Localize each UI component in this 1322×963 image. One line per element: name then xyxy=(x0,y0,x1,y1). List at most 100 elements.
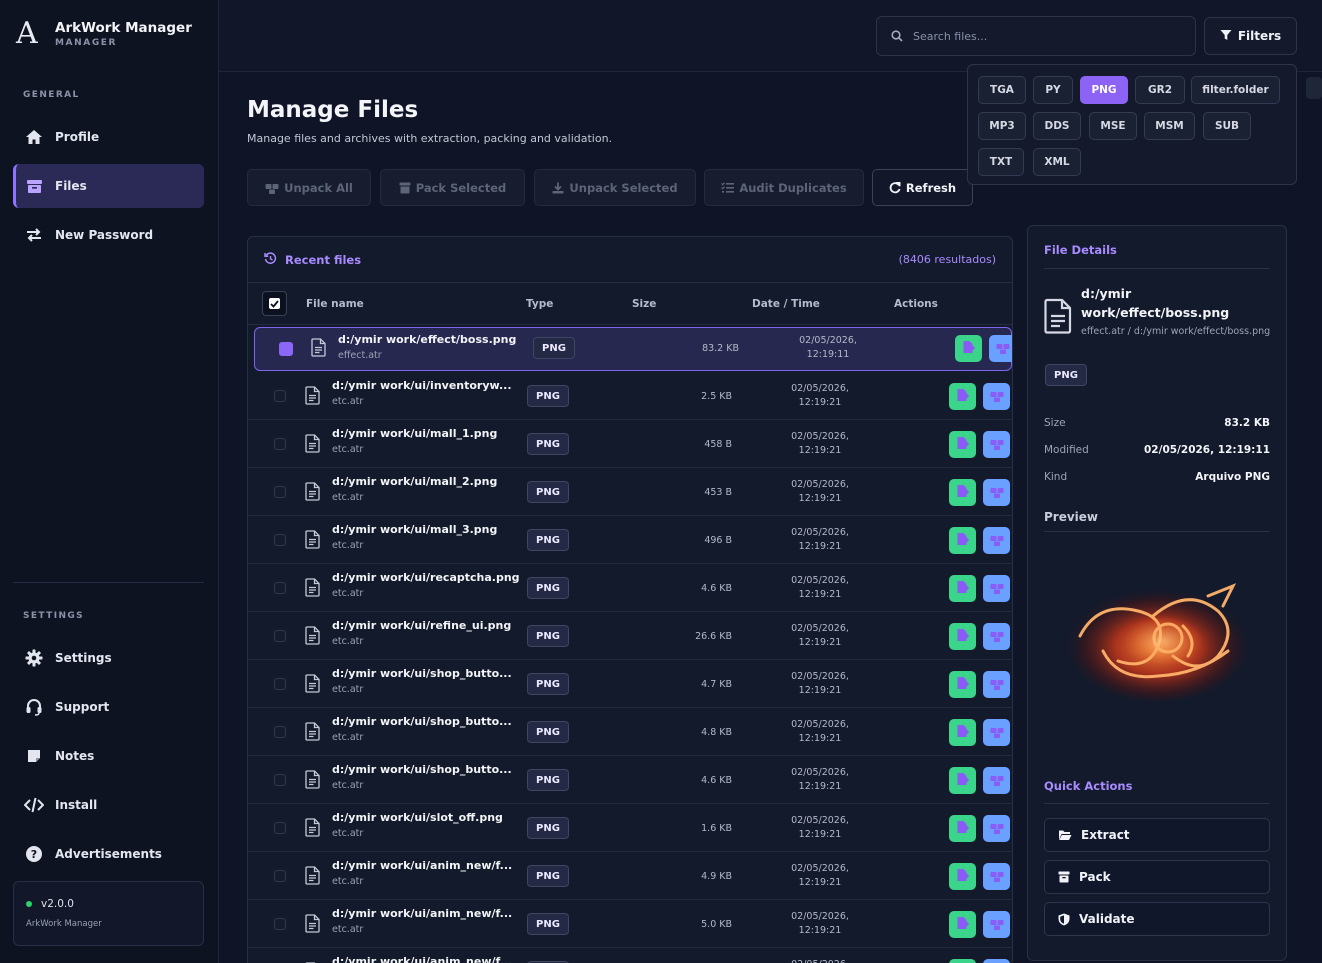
table-row[interactable]: d:/ymir work/ui/mall_1.png etc.atr PNG 458 … xyxy=(248,420,1012,468)
filter-chip-mp3[interactable]: MP3 xyxy=(978,112,1026,140)
extract-button[interactable]: Extract xyxy=(1044,818,1270,852)
row-checkbox[interactable] xyxy=(274,582,286,594)
unpack-row-button[interactable] xyxy=(983,911,1010,938)
filter-chip-gr2[interactable]: GR2 xyxy=(1135,76,1185,104)
table-row[interactable]: d:/ymir work/ui/anim_new/f... etc.atr PNG 5… xyxy=(248,900,1012,948)
row-checkbox[interactable] xyxy=(274,918,286,930)
unpack-row-button[interactable] xyxy=(983,959,1010,963)
row-checkbox[interactable] xyxy=(274,870,286,882)
unpack-all-button[interactable]: Unpack All xyxy=(247,169,371,206)
search-box[interactable] xyxy=(876,16,1196,56)
filter-chip-sub[interactable]: SUB xyxy=(1203,112,1251,140)
audit-duplicates-button[interactable]: Audit Duplicates xyxy=(704,169,864,206)
column-header-size[interactable]: Size xyxy=(632,298,656,310)
filters-button[interactable]: Filters xyxy=(1204,17,1297,55)
sidebar-item-notes[interactable]: Notes xyxy=(13,734,204,778)
sidebar-item-support[interactable]: Support xyxy=(13,685,204,729)
extract-row-button[interactable] xyxy=(949,719,976,746)
table-row[interactable]: d:/ymir work/ui/mall_3.png etc.atr PNG 496 … xyxy=(248,516,1012,564)
row-checkbox[interactable] xyxy=(274,726,286,738)
unpack-row-button[interactable] xyxy=(983,383,1010,410)
extract-row-button[interactable] xyxy=(949,431,976,458)
search-input[interactable] xyxy=(913,29,1173,43)
filter-chip-png[interactable]: PNG xyxy=(1080,76,1128,104)
filter-chip-dds[interactable]: DDS xyxy=(1033,112,1081,140)
table-row[interactable]: d:/ymir work/ui/shop_butto... etc.atr PNG 4… xyxy=(248,756,1012,804)
row-checkbox[interactable] xyxy=(274,630,286,642)
table-row[interactable]: d:/ymir work/ui/anim_new/f...etc.atrPNG0… xyxy=(248,948,1012,963)
extract-row-button[interactable] xyxy=(949,383,976,410)
extract-row-button[interactable] xyxy=(949,623,976,650)
table-row[interactable]: d:/ymir work/ui/slot_off.png etc.atr PNG 1.… xyxy=(248,804,1012,852)
unpack-row-button[interactable] xyxy=(983,719,1010,746)
row-checkbox[interactable] xyxy=(274,534,286,546)
extract-row-button[interactable] xyxy=(949,911,976,938)
sidebar-item-advertisements[interactable]: ? Advertisements xyxy=(13,832,204,876)
brand[interactable]: A ArkWork Manager MANAGER xyxy=(16,16,192,51)
filter-chip-xml[interactable]: XML xyxy=(1033,148,1081,176)
extract-row-button[interactable] xyxy=(949,863,976,890)
column-header-datetime[interactable]: Date / Time xyxy=(752,298,820,310)
pack-button[interactable]: Pack xyxy=(1044,860,1270,894)
table-row[interactable]: d:/ymir work/ui/mall_2.png etc.atr PNG 453 … xyxy=(248,468,1012,516)
sidebar-item-settings[interactable]: Settings xyxy=(13,636,204,680)
table-row[interactable]: d:/ymir work/ui/shop_butto... etc.atr PNG 4… xyxy=(248,660,1012,708)
table-row[interactable]: d:/ymir work/ui/shop_butto... etc.atr PNG 4… xyxy=(248,708,1012,756)
row-checkbox[interactable] xyxy=(274,822,286,834)
file-time: 12:19:21 xyxy=(798,781,842,792)
row-checkbox[interactable] xyxy=(274,390,286,402)
unpack-row-button[interactable] xyxy=(983,431,1010,458)
row-checkbox[interactable] xyxy=(274,486,286,498)
file-type-badge: PNG xyxy=(527,625,569,647)
extract-row-button[interactable] xyxy=(949,527,976,554)
scrollbar-thumb[interactable] xyxy=(1306,77,1322,99)
extract-row-button[interactable] xyxy=(949,671,976,698)
extract-row-button[interactable] xyxy=(949,815,976,842)
validate-button[interactable]: Validate xyxy=(1044,902,1270,936)
table-row[interactable]: d:/ymir work/ui/anim_new/f... etc.atr PNG 4… xyxy=(248,852,1012,900)
unpack-row-button[interactable] xyxy=(983,671,1010,698)
file-size: 1.6 KB xyxy=(701,823,732,834)
unpack-row-button[interactable] xyxy=(983,623,1010,650)
column-header-type[interactable]: Type xyxy=(526,298,553,310)
unpack-row-button[interactable] xyxy=(983,815,1010,842)
filter-chip-txt[interactable]: TXT xyxy=(978,148,1024,176)
sidebar-item-files[interactable]: Files xyxy=(13,164,204,208)
filter-chip-py[interactable]: PY xyxy=(1033,76,1073,104)
sidebar-item-new-password[interactable]: New Password xyxy=(13,213,204,257)
sidebar-item-profile[interactable]: Profile xyxy=(13,115,204,159)
unpack-row-button[interactable] xyxy=(989,335,1012,362)
row-checkbox[interactable] xyxy=(274,774,286,786)
table-row[interactable]: d:/ymir work/effect/boss.png effect.atr PN… xyxy=(254,327,1012,371)
extract-row-button[interactable] xyxy=(955,335,982,362)
column-header-name[interactable]: File name xyxy=(306,298,364,310)
file-type-badge: PNG xyxy=(527,865,569,887)
unpack-row-button[interactable] xyxy=(983,479,1010,506)
extract-row-button[interactable] xyxy=(949,479,976,506)
boxes-icon xyxy=(990,723,1004,742)
unpack-row-button[interactable] xyxy=(983,575,1010,602)
pack-selected-button[interactable]: Pack Selected xyxy=(380,169,525,206)
filter-chip-mse[interactable]: MSE xyxy=(1089,112,1137,140)
filter-chip-folder[interactable]: filter.folder xyxy=(1191,76,1280,104)
unpack-row-button[interactable] xyxy=(983,527,1010,554)
unpack-selected-button[interactable]: Unpack Selected xyxy=(534,169,696,206)
unpack-row-button[interactable] xyxy=(983,767,1010,794)
filter-chip-tga[interactable]: TGA xyxy=(978,76,1026,104)
row-checkbox[interactable] xyxy=(279,342,293,356)
unpack-row-button[interactable] xyxy=(983,863,1010,890)
row-checkbox[interactable] xyxy=(274,678,286,690)
select-all-checkbox[interactable] xyxy=(262,291,287,316)
file-archive: etc.atr xyxy=(332,540,364,551)
extract-row-button[interactable] xyxy=(949,959,976,963)
extract-row-button[interactable] xyxy=(949,575,976,602)
row-checkbox[interactable] xyxy=(274,438,286,450)
refresh-button[interactable]: Refresh xyxy=(872,169,973,206)
table-row[interactable]: d:/ymir work/ui/recaptcha.png etc.atr PNG 4… xyxy=(248,564,1012,612)
extract-row-button[interactable] xyxy=(949,767,976,794)
sidebar-item-install[interactable]: Install xyxy=(13,783,204,827)
quick-actions-title: Quick Actions xyxy=(1044,779,1133,793)
table-row[interactable]: d:/ymir work/ui/refine_ui.png etc.atr PNG 2… xyxy=(248,612,1012,660)
filter-chip-msm[interactable]: MSM xyxy=(1144,112,1195,140)
table-row[interactable]: d:/ymir work/ui/inventoryw... etc.atr PNG 2… xyxy=(248,372,1012,420)
